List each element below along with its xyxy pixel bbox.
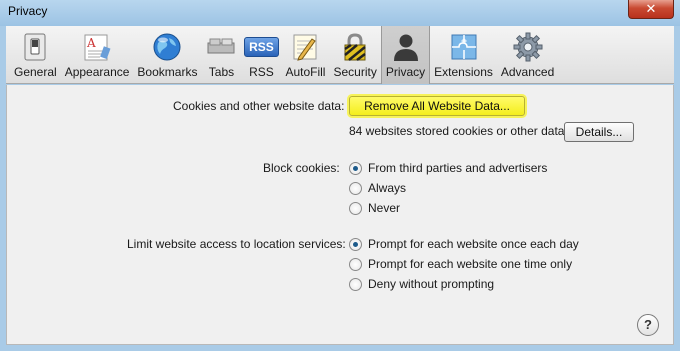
radio-indicator[interactable] — [349, 181, 362, 195]
gear-icon — [512, 32, 544, 62]
location-prompt-daily-radio[interactable]: Prompt for each website once each day — [349, 237, 579, 251]
tab-label: Extensions — [434, 65, 493, 79]
preferences-toolbar: General A Appearance Bookmarks Tabs RSS … — [6, 26, 674, 84]
tab-label: Bookmarks — [137, 65, 198, 79]
switch-icon — [19, 32, 51, 62]
radio-indicator[interactable] — [349, 277, 362, 291]
tab-label: AutoFill — [285, 65, 326, 79]
privacy-panel: Cookies and other website data: Remove A… — [6, 85, 674, 345]
tab-label: RSS — [249, 65, 274, 79]
radio-label: Always — [368, 181, 407, 195]
tab-privacy[interactable]: Privacy — [380, 26, 431, 84]
block-cookies-always-radio[interactable]: Always — [349, 181, 406, 195]
radio-label: Deny without prompting — [368, 277, 495, 291]
details-button[interactable]: Details... — [564, 122, 634, 142]
tab-appearance[interactable]: A Appearance — [61, 26, 134, 84]
radio-label: Prompt for each website once each day — [368, 237, 579, 251]
tab-label: Privacy — [385, 65, 426, 79]
tab-security[interactable]: Security — [329, 26, 380, 84]
pencil-icon — [289, 32, 321, 62]
tab-label: Advanced — [500, 65, 555, 79]
radio-label: From third parties and advertisers — [368, 161, 548, 175]
person-silhouette-icon — [390, 32, 422, 62]
tab-tabs[interactable]: Tabs — [201, 26, 241, 84]
svg-text:A: A — [86, 36, 96, 50]
radio-indicator[interactable] — [349, 201, 362, 215]
tab-label: Tabs — [208, 65, 235, 79]
tab-label: Security — [333, 65, 377, 79]
window-title: Privacy — [8, 4, 48, 18]
location-services-label: Limit website access to location service… — [127, 237, 346, 251]
radio-label: Prompt for each website one time only — [368, 257, 573, 271]
close-button[interactable]: ✕ — [628, 0, 674, 19]
rss-icon: RSS — [244, 32, 279, 62]
tab-label: General — [14, 65, 57, 79]
radio-indicator[interactable] — [349, 237, 362, 251]
lock-icon — [339, 32, 371, 62]
stored-cookies-info: 84 websites stored cookies or other data — [349, 124, 565, 138]
tab-autofill[interactable]: AutoFill — [281, 26, 329, 84]
tab-general[interactable]: General — [10, 26, 61, 84]
remove-all-website-data-button[interactable]: Remove All Website Data... — [349, 96, 525, 116]
location-deny-radio[interactable]: Deny without prompting — [349, 277, 494, 291]
title-bar: Privacy ✕ — [0, 0, 680, 26]
tab-extensions[interactable]: Extensions — [430, 26, 497, 84]
help-button[interactable]: ? — [637, 314, 659, 336]
tab-rss[interactable]: RSS RSS — [241, 26, 281, 84]
globe-icon — [151, 32, 183, 62]
tab-advanced[interactable]: Advanced — [497, 26, 558, 84]
location-prompt-once-radio[interactable]: Prompt for each website one time only — [349, 257, 572, 271]
tab-label: Appearance — [64, 65, 130, 79]
tabs-icon — [205, 32, 237, 62]
radio-label: Never — [368, 201, 401, 215]
radio-indicator[interactable] — [349, 257, 362, 271]
puzzle-icon — [448, 32, 480, 62]
cookies-label: Cookies and other website data: — [173, 99, 345, 113]
block-cookies-never-radio[interactable]: Never — [349, 201, 400, 215]
rss-badge: RSS — [244, 37, 279, 57]
font-icon: A — [81, 32, 113, 62]
tab-bookmarks[interactable]: Bookmarks — [133, 26, 201, 84]
block-cookies-label: Block cookies: — [263, 161, 340, 175]
block-cookies-third-parties-radio[interactable]: From third parties and advertisers — [349, 161, 547, 175]
radio-indicator[interactable] — [349, 161, 362, 175]
